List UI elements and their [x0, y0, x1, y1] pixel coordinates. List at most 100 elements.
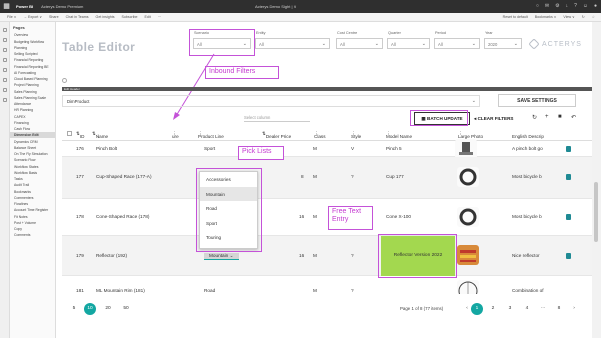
help-icon[interactable]: ?	[574, 3, 577, 9]
cell-description[interactable]: Most bicycle b	[512, 174, 542, 179]
create-icon[interactable]	[2, 38, 7, 42]
cell-model-name[interactable]: Cup 177	[386, 174, 404, 179]
account-avatar[interactable]: ●	[594, 3, 597, 9]
cell-style[interactable]: ?	[351, 288, 354, 293]
page-size-option[interactable]: 50	[120, 303, 132, 315]
table-row[interactable]: 178 Cone-Shaped Race (178) 16 M Cone X-1…	[62, 199, 592, 236]
delete-row-icon[interactable]	[566, 146, 571, 152]
metrics-icon[interactable]	[2, 68, 7, 72]
delete-row-icon[interactable]	[566, 174, 571, 180]
download-icon[interactable]: ↓	[566, 3, 569, 9]
table-row[interactable]: 176 Pinch Bolt Sport M V Pinch 5 A pinch…	[62, 139, 592, 159]
cell-model-name[interactable]: Cone X-100	[386, 214, 411, 219]
export-menu[interactable]: → Export ∨	[23, 15, 42, 19]
apps-icon[interactable]	[2, 78, 7, 82]
cell-description[interactable]: Most bicycle b	[512, 214, 542, 219]
save-icon[interactable]: ■	[558, 114, 562, 120]
page-size-option[interactable]: 5	[68, 303, 80, 315]
column-search-input[interactable]: Select column	[244, 115, 310, 122]
delete-row-icon[interactable]	[566, 253, 571, 259]
cell-dealer-price[interactable]: 16	[299, 253, 304, 258]
table-row[interactable]: 181 ML Mountain Rim (181) Road M ? Combi…	[62, 276, 592, 301]
learn-icon[interactable]	[2, 88, 7, 92]
add-row-icon[interactable]: +	[545, 114, 549, 120]
filter-dropdown[interactable]: All ⌄	[255, 38, 330, 49]
filter-dropdown[interactable]: All ⌄	[387, 38, 430, 49]
cell-class[interactable]: M	[313, 214, 317, 219]
column-header-product-line[interactable]: Product Line ⋮	[198, 131, 224, 139]
page-number[interactable]: 2	[487, 303, 499, 315]
file-menu[interactable]: File ∨	[7, 15, 16, 19]
mail-icon[interactable]: ✉	[545, 3, 549, 9]
workspaces-icon[interactable]	[2, 98, 7, 102]
page-number[interactable]: 8	[553, 303, 565, 315]
view-menu[interactable]: View ∨	[563, 15, 574, 19]
app-launcher-icon[interactable]: ▦	[0, 0, 13, 13]
search-icon[interactable]: ○	[536, 3, 539, 9]
favorite-icon[interactable]: ☆	[592, 15, 595, 19]
save-settings-button[interactable]: SAVE SETTINGS	[498, 94, 576, 107]
cell-style[interactable]: ?	[351, 174, 354, 179]
cell-name[interactable]: Pinch Bolt	[96, 146, 117, 151]
cell-class[interactable]: M	[313, 146, 317, 151]
filter-period[interactable]: Period All ⌄	[434, 31, 480, 53]
page-size-option[interactable]: 20	[102, 303, 114, 315]
cell-name[interactable]: Reflector (192)	[96, 253, 127, 258]
next-page-icon[interactable]: ›	[568, 303, 580, 315]
product-line-select[interactable]: Mountain ⌄	[204, 253, 239, 260]
chat-in-teams-button[interactable]: Chat in Teams	[66, 15, 89, 19]
cell-product-line[interactable]: Road	[204, 288, 215, 293]
select-all-checkbox[interactable]	[67, 131, 72, 136]
cell-style[interactable]: V	[351, 146, 354, 151]
table-row[interactable]: 179 Reflector (192) Mountain ⌄ 16 M ? Ni…	[62, 236, 592, 276]
delete-row-icon[interactable]	[566, 214, 571, 220]
undo-icon[interactable]: ↶	[571, 114, 576, 121]
filter-dropdown[interactable]: All ⌄	[336, 38, 383, 49]
data-hub-icon[interactable]	[2, 58, 7, 62]
page-item[interactable]: Financial Reporting BE	[10, 63, 55, 69]
vertical-scrollbar[interactable]	[592, 22, 601, 338]
cell-class[interactable]: M	[313, 253, 317, 258]
column-header-dealer-price[interactable]: ⇅ Dealer Price	[262, 131, 291, 139]
page-number[interactable]: 3	[504, 303, 516, 315]
clear-filters-button[interactable]: ◂ CLEAR FILTERS	[474, 112, 526, 125]
cell-description[interactable]: Combination of	[512, 288, 544, 293]
column-header-measure[interactable]: ure ⋮	[172, 131, 179, 139]
cell-dealer-price[interactable]: 8	[301, 174, 304, 179]
collapse-icon[interactable]	[62, 78, 67, 83]
column-header-model-name[interactable]: Model Name ⋮	[386, 131, 412, 139]
column-header-class[interactable]: Class ⋮	[314, 131, 326, 139]
table-row[interactable]: 177 Cup-Shaped Race (177-A) 8 M ? Cup 17…	[62, 157, 592, 199]
scrollbar-thumb[interactable]	[594, 182, 598, 242]
page-item[interactable]: Comments	[10, 232, 55, 238]
filter-dropdown[interactable]: All ⌄	[434, 38, 480, 49]
column-header-large-photo[interactable]: Large Photo ⋮	[458, 131, 483, 139]
filter-dropdown[interactable]: 2020 ⌄	[484, 38, 522, 49]
filter-quarter[interactable]: Quarter All ⌄	[387, 31, 430, 53]
cell-class[interactable]: M	[313, 174, 317, 179]
share-button[interactable]: Share	[49, 15, 59, 19]
get-insights-button[interactable]: Get insights	[96, 15, 115, 19]
filter-year[interactable]: Year 2020 ⌄	[484, 31, 522, 53]
cell-style[interactable]: ?	[351, 253, 354, 258]
cell-model-name[interactable]: Pinch 5	[386, 146, 402, 151]
refresh-icon[interactable]: ↻	[532, 114, 537, 121]
column-header-id[interactable]: ⇅ ID	[76, 131, 84, 139]
edit-button[interactable]: Edit	[145, 15, 151, 19]
settings-icon[interactable]: ⚙	[555, 3, 559, 9]
cell-description[interactable]: A pinch bolt go	[512, 146, 543, 151]
subscribe-button[interactable]: Subscribe	[122, 15, 138, 19]
filter-cost-centre[interactable]: Cost Centre All ⌄	[336, 31, 383, 53]
home-icon[interactable]	[2, 28, 7, 32]
workspace-label[interactable]: Acterys Demo Sight | ∨	[255, 4, 297, 9]
reset-default-button[interactable]: Reset to default	[503, 15, 528, 19]
page-size-option-selected[interactable]: 10	[84, 303, 96, 315]
cell-product-line[interactable]: Sport	[204, 146, 215, 151]
feedback-icon[interactable]: ☺	[583, 3, 588, 9]
cell-description[interactable]: Nice reflector	[512, 253, 540, 258]
cell-name[interactable]: Cup-Shaped Race (177-A)	[96, 174, 152, 179]
column-header-name[interactable]: ⇅ Name ⋮	[92, 131, 108, 139]
refresh-icon[interactable]: ↻	[582, 15, 585, 19]
bookmarks-menu[interactable]: Bookmarks ∨	[535, 15, 557, 19]
column-header-style[interactable]: Style ⋮	[351, 131, 361, 139]
